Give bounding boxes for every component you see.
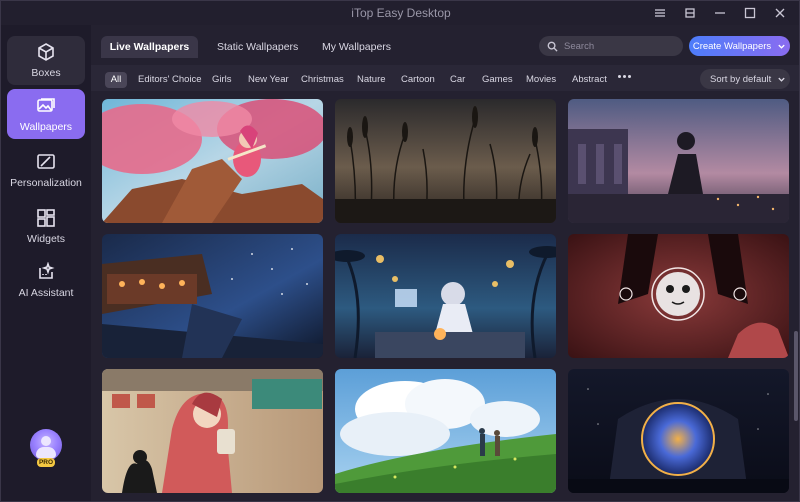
sidebar-item-label: Boxes (31, 67, 61, 79)
scrollbar[interactable] (794, 331, 798, 421)
brush-icon (36, 152, 56, 172)
wallpaper-card[interactable] (568, 369, 789, 493)
category-cartoon[interactable]: Cartoon (401, 72, 435, 88)
sidebar-item-widgets[interactable]: Widgets (7, 201, 85, 251)
wallpaper-card[interactable] (102, 369, 323, 493)
widgets-icon (36, 208, 56, 228)
main-content: Live Wallpapers Static Wallpapers My Wal… (91, 25, 799, 501)
wallpaper-card[interactable] (568, 234, 789, 358)
create-wallpapers-button[interactable]: Create Wallpapers (689, 36, 790, 56)
ai-sparkle-icon (36, 260, 56, 282)
tabs-bar: Live Wallpapers Static Wallpapers My Wal… (91, 25, 799, 65)
more-categories-icon[interactable] (618, 75, 631, 78)
wallpaper-card[interactable] (335, 369, 556, 493)
sidebar-item-wallpapers[interactable]: Wallpapers (7, 89, 85, 139)
category-christmas[interactable]: Christmas (301, 72, 344, 88)
avatar-head (41, 436, 51, 446)
category-movies[interactable]: Movies (526, 72, 556, 88)
sidebar-item-personalization[interactable]: Personalization (7, 145, 85, 195)
sidebar-item-label: Widgets (27, 232, 65, 245)
category-new-year[interactable]: New Year (248, 72, 289, 88)
avatar[interactable] (30, 429, 62, 461)
category-car[interactable]: Car (450, 72, 465, 88)
category-all[interactable]: All (105, 72, 127, 88)
chevron-down-icon (778, 44, 785, 49)
menu-icon[interactable] (645, 3, 675, 23)
search-box[interactable] (539, 36, 683, 56)
wallpaper-card[interactable] (335, 99, 556, 223)
search-input[interactable] (564, 40, 674, 52)
category-games[interactable]: Games (482, 72, 513, 88)
tab-static-wallpapers[interactable]: Static Wallpapers (203, 36, 312, 58)
sidebar-item-boxes[interactable]: Boxes (7, 36, 85, 85)
sidebar-item-ai-assistant[interactable]: AI Assistant (7, 255, 85, 305)
sidebar-item-label: Wallpapers (19, 120, 73, 133)
category-editors-choice[interactable]: Editors' Choice (138, 72, 202, 88)
category-bar: All Editors' Choice Girls New Year Chris… (91, 65, 799, 91)
window-controls (645, 3, 795, 23)
app-window: iTop Easy Desktop Boxes Wallpapers Perso… (0, 0, 800, 502)
box-icon (36, 42, 56, 62)
category-abstract[interactable]: Abstract (572, 72, 607, 88)
tab-my-wallpapers[interactable]: My Wallpapers (308, 36, 405, 58)
sort-label: Sort by default (710, 73, 772, 85)
maximize-icon[interactable] (735, 3, 765, 23)
pro-badge: PRO (37, 458, 55, 467)
sort-dropdown[interactable]: Sort by default (700, 69, 790, 89)
wallpaper-card[interactable] (568, 99, 789, 223)
category-girls[interactable]: Girls (212, 72, 232, 88)
tab-live-wallpapers[interactable]: Live Wallpapers (101, 36, 198, 58)
sidebar: Boxes Wallpapers Personalization Widgets… (1, 25, 91, 501)
wallpaper-card[interactable] (102, 234, 323, 358)
sidebar-item-label: AI Assistant (18, 286, 74, 299)
wallpaper-card[interactable] (102, 99, 323, 223)
image-icon (36, 96, 56, 116)
minimize-icon[interactable] (705, 3, 735, 23)
create-wallpapers-label: Create Wallpapers (692, 40, 772, 52)
sidebar-item-label: Personalization (10, 176, 82, 189)
chevron-down-icon (778, 77, 785, 82)
search-icon (547, 41, 558, 52)
title-bar: iTop Easy Desktop (1, 1, 799, 25)
wallpaper-grid (91, 91, 799, 501)
avatar-body (36, 447, 56, 458)
close-icon[interactable] (765, 3, 795, 23)
category-nature[interactable]: Nature (357, 72, 386, 88)
restore-icon[interactable] (675, 3, 705, 23)
wallpaper-card[interactable] (335, 234, 556, 358)
